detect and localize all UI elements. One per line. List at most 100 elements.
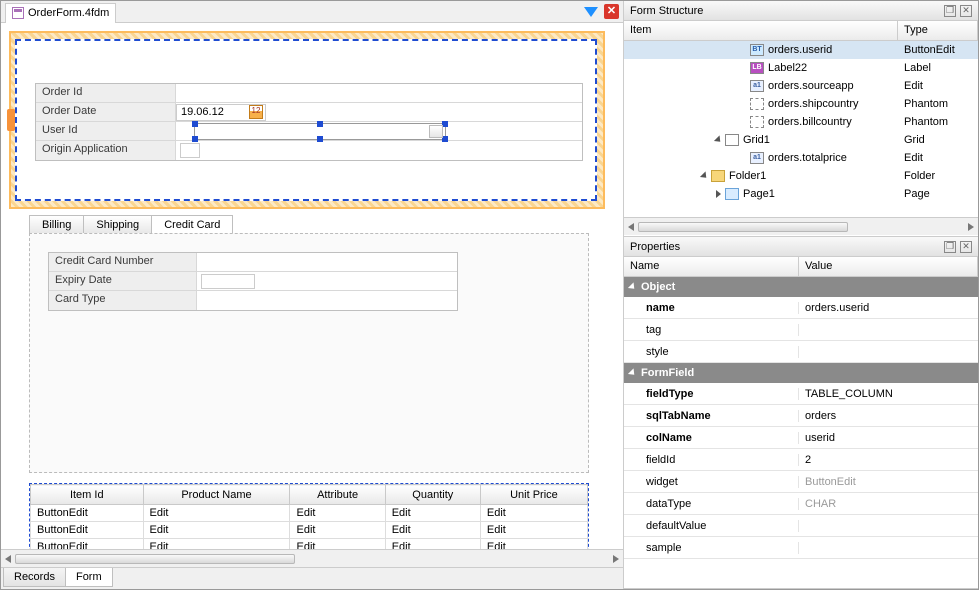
- form-fields-group: Order Id Order Date 19.06.12 12 User Id: [35, 83, 583, 161]
- property-row[interactable]: sample: [624, 537, 978, 559]
- tree-node-label: orders.sourceapp: [768, 80, 854, 92]
- tree-node-label: orders.billcountry: [768, 116, 852, 128]
- close-tab-button[interactable]: ✕: [604, 4, 619, 19]
- editor-pane: OrderForm.4fdm ✕ Order Id Order Date: [1, 1, 624, 589]
- tree-toggle-icon[interactable]: [714, 135, 723, 144]
- editor-tab-orderform[interactable]: OrderForm.4fdm: [5, 3, 116, 23]
- tree-node-icon: LB: [750, 62, 764, 74]
- tree-node-label: Label22: [768, 62, 807, 74]
- property-value[interactable]: ButtonEdit: [799, 476, 978, 488]
- buttonedit-button-icon[interactable]: [429, 125, 443, 138]
- property-row[interactable]: dataTypeCHAR: [624, 493, 978, 515]
- input-order-date[interactable]: 19.06.12 12: [176, 104, 266, 121]
- form-structure-tree[interactable]: BTorders.useridButtonEditLBLabel22Labela…: [624, 41, 978, 217]
- form-canvas[interactable]: Order Id Order Date 19.06.12 12 User Id: [1, 23, 623, 549]
- label-origin-app: Origin Application: [36, 141, 176, 160]
- tree-item[interactable]: Page1Page: [624, 185, 978, 203]
- property-row[interactable]: widgetButtonEdit: [624, 471, 978, 493]
- tree-item[interactable]: LBLabel22Label: [624, 59, 978, 77]
- side-panels: Form Structure ❐ ✕ Item Type BTorders.us…: [624, 1, 978, 589]
- properties-panel: Properties ❐ ✕ Name Value Objectnameorde…: [624, 237, 978, 589]
- property-value[interactable]: userid: [799, 432, 978, 444]
- property-row[interactable]: defaultValue: [624, 515, 978, 537]
- tab-billing[interactable]: Billing: [29, 215, 84, 234]
- tree-node-type: Folder: [898, 170, 978, 182]
- tree-item[interactable]: orders.shipcountryPhantom: [624, 95, 978, 113]
- tab-shipping[interactable]: Shipping: [83, 215, 152, 234]
- property-value[interactable]: CHAR: [799, 498, 978, 510]
- mode-tab-form[interactable]: Form: [65, 568, 113, 587]
- grid-header[interactable]: Quantity: [385, 485, 480, 505]
- mode-tab-records[interactable]: Records: [3, 568, 66, 587]
- tree-item[interactable]: orders.billcountryPhantom: [624, 113, 978, 131]
- property-name: tag: [624, 324, 799, 336]
- input-user-id-selected[interactable]: [194, 123, 446, 140]
- property-value[interactable]: TABLE_COLUMN: [799, 388, 978, 400]
- property-group[interactable]: Object: [624, 277, 978, 297]
- tree-item[interactable]: a1orders.sourceappEdit: [624, 77, 978, 95]
- label-order-date: Order Date: [36, 103, 176, 121]
- items-grid[interactable]: Item IdProduct NameAttributeQuantityUnit…: [29, 483, 589, 549]
- property-row[interactable]: tag: [624, 319, 978, 341]
- properties-list[interactable]: Objectnameorders.useridtagstyleFormField…: [624, 277, 978, 588]
- property-row[interactable]: colNameuserid: [624, 427, 978, 449]
- property-value[interactable]: orders: [799, 410, 978, 422]
- input-cc-number[interactable]: [197, 253, 457, 271]
- editor-tab-bar: OrderForm.4fdm ✕: [1, 1, 623, 23]
- tree-item[interactable]: Grid1Grid: [624, 131, 978, 149]
- panel-restore-icon[interactable]: ❐: [944, 5, 956, 17]
- property-name: defaultValue: [624, 520, 799, 532]
- tree-item[interactable]: Folder1 Folder: [624, 167, 978, 185]
- property-group[interactable]: FormField: [624, 363, 978, 383]
- panel-restore-icon[interactable]: ❐: [944, 241, 956, 253]
- table-row[interactable]: ButtonEditEditEditEditEdit: [31, 522, 588, 539]
- table-row[interactable]: ButtonEditEditEditEditEdit: [31, 539, 588, 550]
- calendar-icon[interactable]: 12: [249, 105, 263, 119]
- input-cc-type[interactable]: [197, 291, 457, 310]
- tree-node-icon: BT: [750, 44, 764, 56]
- label-cc-number: Credit Card Number: [49, 253, 197, 271]
- grid-header[interactable]: Unit Price: [480, 485, 587, 505]
- label-order-id: Order Id: [36, 84, 176, 102]
- property-name: name: [624, 302, 799, 314]
- property-value[interactable]: 2: [799, 454, 978, 466]
- grid-header[interactable]: Attribute: [290, 485, 385, 505]
- form-structure-title: Form Structure: [630, 5, 703, 17]
- input-cc-expiry[interactable]: [201, 274, 255, 289]
- tree-toggle-icon[interactable]: [700, 171, 709, 180]
- tree-hscroll-thumb[interactable]: [638, 222, 848, 232]
- tree-toggle-icon[interactable]: [716, 190, 721, 198]
- tree-node-type: Page: [898, 188, 978, 200]
- grid-header[interactable]: Product Name: [143, 485, 290, 505]
- tree-item[interactable]: a1orders.totalpriceEdit: [624, 149, 978, 167]
- label-cc-expiry: Expiry Date: [49, 272, 197, 290]
- input-order-id[interactable]: [176, 84, 582, 102]
- property-row[interactable]: fieldId2: [624, 449, 978, 471]
- property-row[interactable]: nameorders.userid: [624, 297, 978, 319]
- tree-node-label: Folder1: [729, 170, 766, 182]
- panel-close-icon[interactable]: ✕: [960, 5, 972, 17]
- col-name[interactable]: Name: [624, 257, 799, 276]
- panel-close-icon[interactable]: ✕: [960, 241, 972, 253]
- credit-card-page: Credit Card Number Expiry Date Card Type: [29, 233, 589, 473]
- input-origin-app[interactable]: [180, 143, 200, 158]
- property-row[interactable]: style: [624, 341, 978, 363]
- tree-node-type: Edit: [898, 80, 978, 92]
- property-row[interactable]: fieldTypeTABLE_COLUMN: [624, 383, 978, 405]
- grid-header[interactable]: Item Id: [31, 485, 144, 505]
- canvas-hscrollbar[interactable]: [1, 549, 623, 567]
- hscroll-thumb[interactable]: [15, 554, 295, 564]
- container-handle-icon[interactable]: [7, 109, 15, 131]
- property-row[interactable]: sqlTabNameorders: [624, 405, 978, 427]
- table-row[interactable]: ButtonEditEditEditEditEdit: [31, 505, 588, 522]
- tab-credit-card[interactable]: Credit Card: [151, 215, 233, 234]
- tree-item[interactable]: BTorders.useridButtonEdit: [624, 41, 978, 59]
- tree-hscrollbar[interactable]: [624, 217, 978, 235]
- tree-node-icon: [750, 98, 764, 110]
- col-item[interactable]: Item: [624, 21, 898, 40]
- col-type[interactable]: Type: [898, 21, 978, 40]
- property-name: sqlTabName: [624, 410, 799, 422]
- dropdown-triangle-icon[interactable]: [584, 7, 598, 17]
- col-value[interactable]: Value: [799, 257, 978, 276]
- property-value[interactable]: orders.userid: [799, 302, 978, 314]
